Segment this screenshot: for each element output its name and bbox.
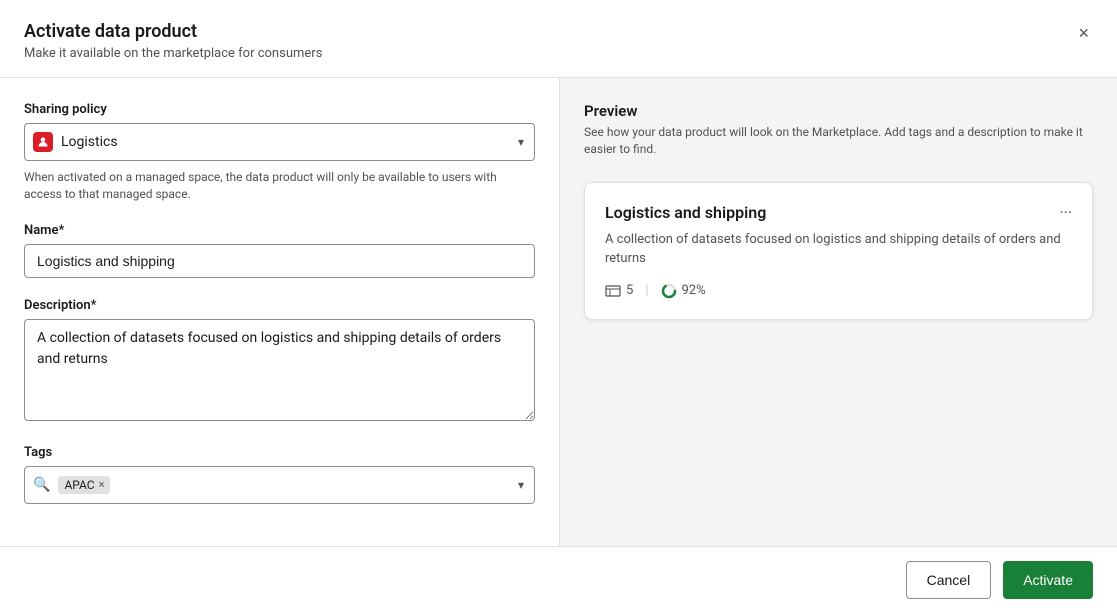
activate-button[interactable]: Activate (1003, 561, 1093, 599)
search-icon: 🔍 (33, 477, 50, 493)
description-label: Description* (24, 298, 535, 313)
sharing-policy-hint: When activated on a managed space, the d… (24, 169, 535, 203)
tags-input[interactable]: 🔍 APAC × ▾ (24, 466, 535, 504)
meta-separator: | (645, 283, 648, 298)
right-panel: Preview See how your data product will l… (560, 78, 1117, 546)
preview-subtitle: See how your data product will look on t… (584, 124, 1093, 158)
name-group: Name* (24, 223, 535, 278)
preview-card-header: Logistics and shipping ··· (605, 203, 1072, 222)
datasets-meta: 5 (605, 283, 633, 299)
description-group: Description* A collection of datasets fo… (24, 298, 535, 425)
preview-card-meta: 5 | 92% (605, 283, 1072, 299)
sharing-policy-value: Logistics (61, 134, 118, 150)
modal-footer: Cancel Activate (0, 546, 1117, 613)
modal-header: Activate data product Make it available … (0, 0, 1117, 78)
preview-card: Logistics and shipping ··· A collection … (584, 182, 1093, 320)
chevron-down-icon: ▾ (518, 135, 524, 149)
tag-label: APAC (64, 478, 94, 492)
preview-card-description: A collection of datasets focused on logi… (605, 230, 1072, 269)
datasets-count: 5 (626, 283, 633, 298)
quality-icon (661, 283, 677, 299)
modal-subtitle: Make it available on the marketplace for… (24, 46, 322, 61)
sharing-icon (33, 132, 53, 152)
left-panel: Sharing policy Logistics ▾ When activate… (0, 78, 560, 546)
tags-group: Tags 🔍 APAC × ▾ (24, 445, 535, 504)
tags-label: Tags (24, 445, 535, 460)
sharing-policy-select[interactable]: Logistics ▾ (24, 123, 535, 161)
modal-body: Sharing policy Logistics ▾ When activate… (0, 78, 1117, 546)
datasets-icon (605, 283, 621, 299)
name-input[interactable] (24, 244, 535, 278)
name-label: Name* (24, 223, 535, 238)
preview-card-title: Logistics and shipping (605, 203, 766, 222)
cancel-button[interactable]: Cancel (906, 561, 992, 599)
options-menu-button[interactable]: ··· (1059, 203, 1072, 222)
activate-modal: Activate data product Make it available … (0, 0, 1117, 613)
tags-chevron-icon: ▾ (518, 478, 524, 492)
tag-remove-button[interactable]: × (99, 478, 105, 491)
quality-percent: 92% (682, 283, 706, 298)
sharing-policy-group: Sharing policy Logistics ▾ When activate… (24, 102, 535, 203)
quality-meta: 92% (661, 283, 706, 299)
header-text: Activate data product Make it available … (24, 20, 322, 61)
close-button[interactable]: × (1074, 20, 1093, 46)
sharing-policy-label: Sharing policy (24, 102, 535, 117)
tag-apac: APAC × (58, 476, 110, 494)
description-input[interactable]: A collection of datasets focused on logi… (24, 319, 535, 421)
preview-title: Preview (584, 102, 1093, 120)
modal-title: Activate data product (24, 20, 322, 43)
